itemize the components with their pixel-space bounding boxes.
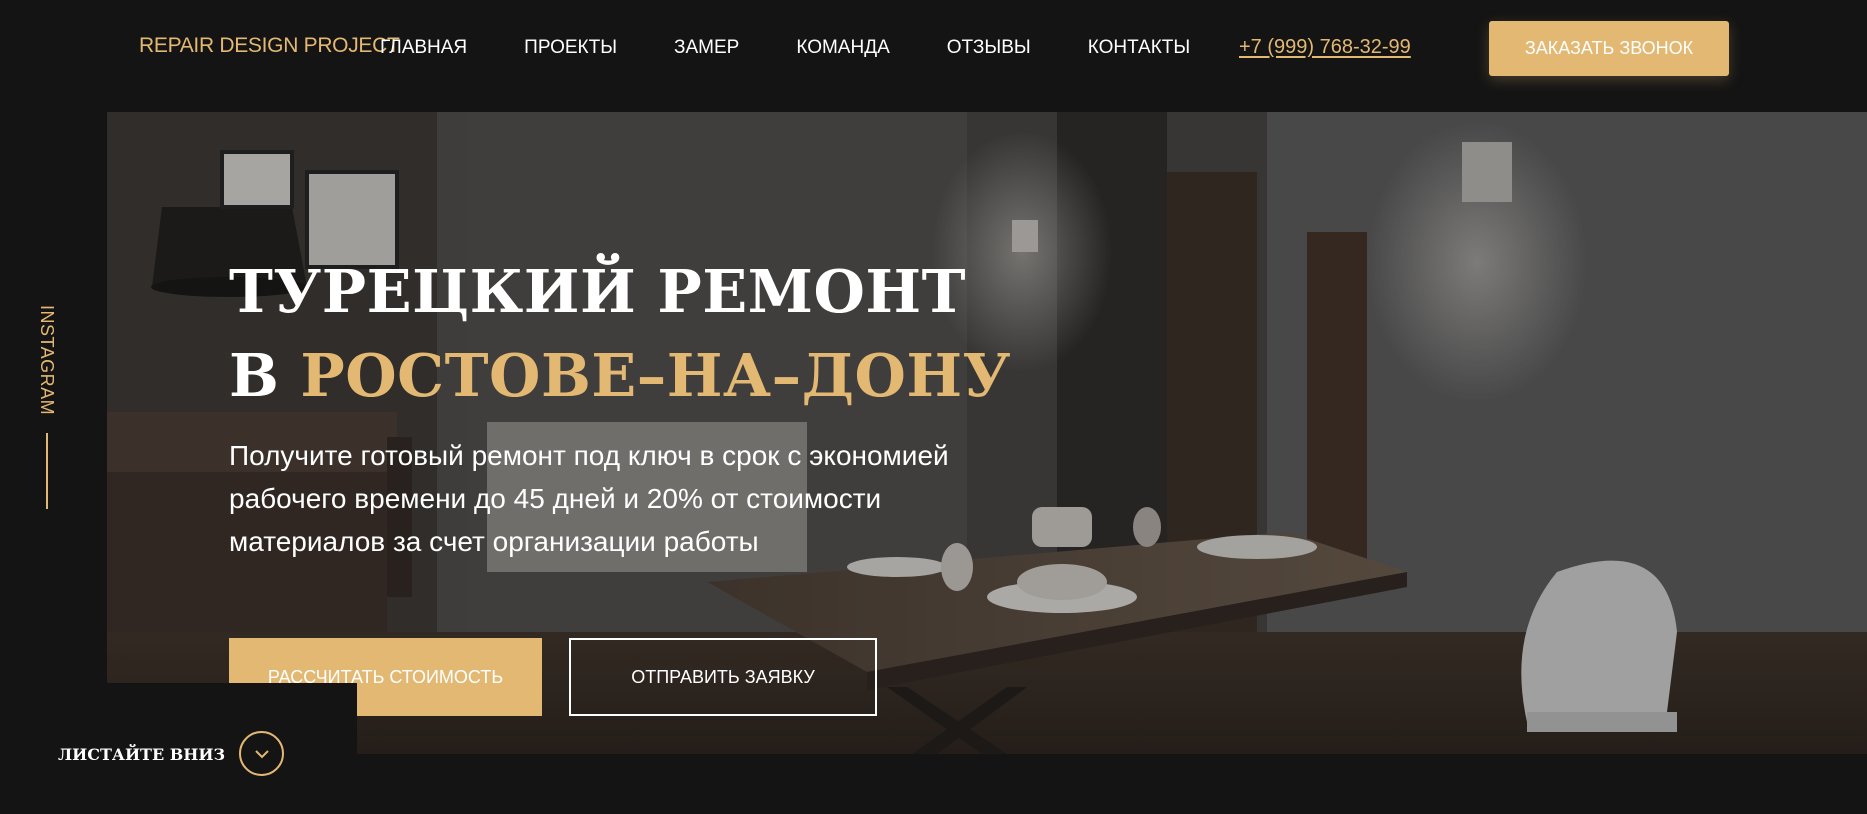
site-logo[interactable]: REPAIR DESIGN PROJECT — [139, 34, 400, 58]
main-nav: ГЛАВНАЯ ПРОЕКТЫ ЗАМЕР КОМАНДА ОТЗЫВЫ КОН… — [380, 37, 1247, 59]
chevron-down-glyph — [254, 749, 269, 758]
hero-subtitle-line3: материалов за счет организации работы — [229, 526, 759, 557]
chevron-down-icon[interactable] — [239, 731, 284, 776]
hero-subtitle-line2: рабочего времени до 45 дней и 20% от сто… — [229, 483, 882, 514]
nav-item-reviews[interactable]: ОТЗЫВЫ — [947, 37, 1031, 59]
instagram-label: INSTAGRAM — [37, 305, 57, 416]
order-call-button[interactable]: ЗАКАЗАТЬ ЗВОНОК — [1489, 21, 1729, 76]
scroll-down-label[interactable]: ЛИСТАЙТЕ ВНИЗ — [58, 745, 225, 764]
hero-title: ТУРЕЦКИЙ РЕМОНТ В РОСТОВЕ–НА–ДОНУ — [229, 250, 1011, 418]
nav-item-measure[interactable]: ЗАМЕР — [674, 37, 739, 59]
send-request-button[interactable]: ОТПРАВИТЬ ЗАЯВКУ — [569, 638, 877, 716]
phone-link[interactable]: +7 (999) 768-32-99 — [1239, 36, 1411, 59]
hero-title-prefix: В — [229, 341, 280, 410]
hero-title-line1: ТУРЕЦКИЙ РЕМОНТ — [229, 257, 967, 326]
site-header: REPAIR DESIGN PROJECT ГЛАВНАЯ ПРОЕКТЫ ЗА… — [0, 0, 1867, 96]
nav-item-projects[interactable]: ПРОЕКТЫ — [524, 37, 617, 59]
nav-item-home[interactable]: ГЛАВНАЯ — [380, 37, 467, 59]
nav-item-team[interactable]: КОМАНДА — [796, 37, 889, 59]
hero-title-city: РОСТОВЕ–НА–ДОНУ — [300, 341, 1012, 410]
hero-subtitle-line1: Получите готовый ремонт под ключ в срок … — [229, 440, 949, 471]
hero-subtitle: Получите готовый ремонт под ключ в срок … — [229, 434, 1009, 563]
nav-item-contacts[interactable]: КОНТАКТЫ — [1088, 37, 1191, 59]
hero-section: ТУРЕЦКИЙ РЕМОНТ В РОСТОВЕ–НА–ДОНУ Получи… — [107, 112, 1867, 754]
instagram-link[interactable]: INSTAGRAM — [36, 305, 58, 425]
instagram-divider — [46, 433, 48, 509]
